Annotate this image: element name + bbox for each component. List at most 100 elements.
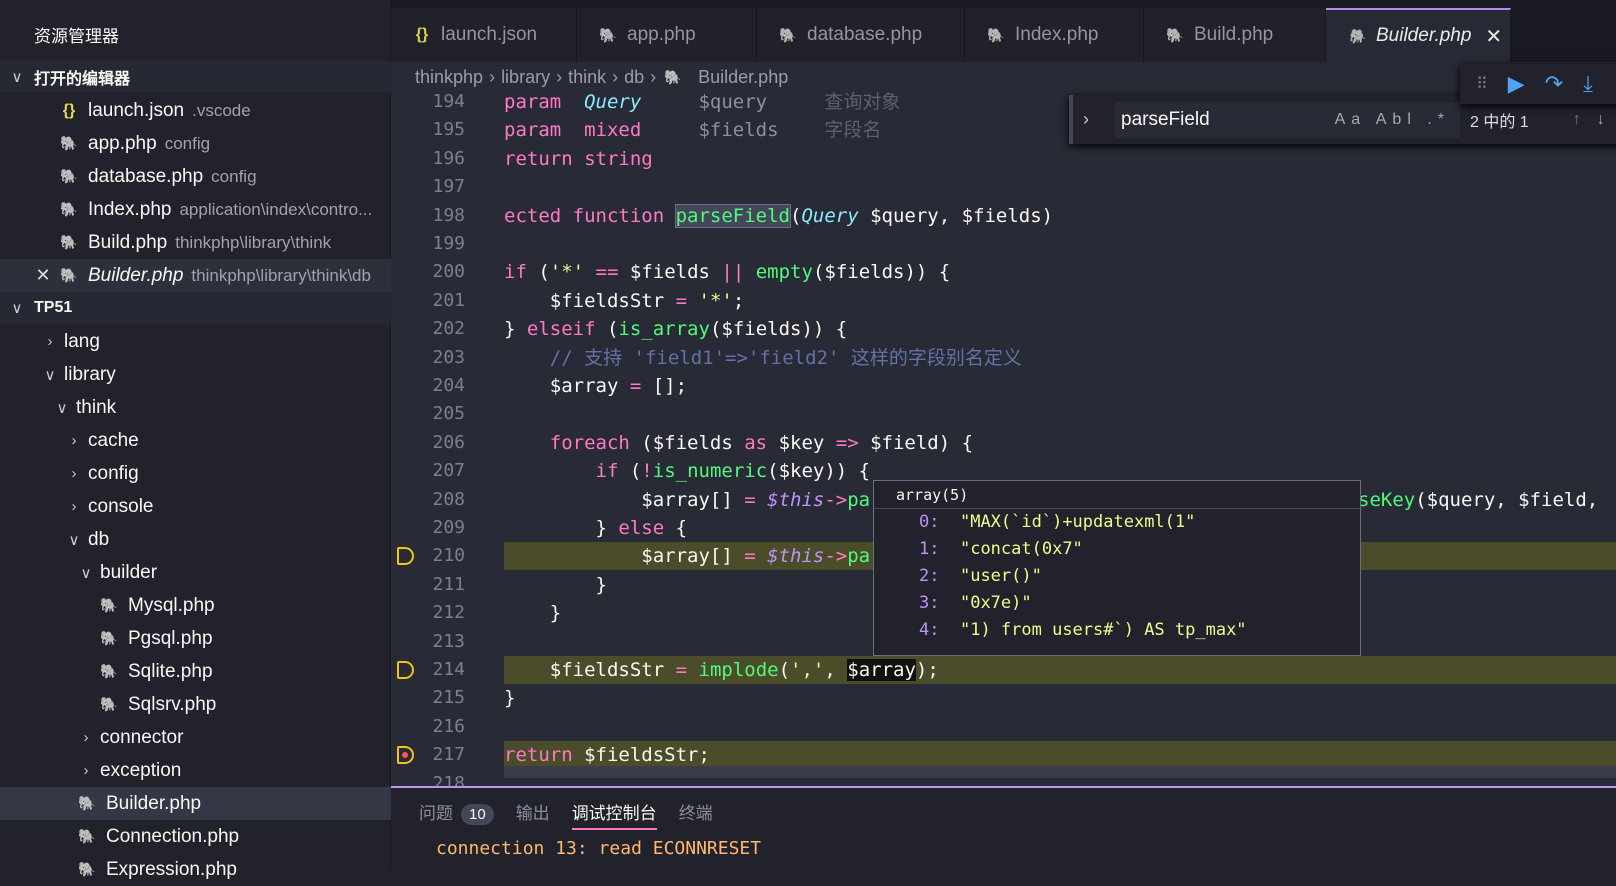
code-line[interactable]: 215} <box>391 684 1616 712</box>
find-input[interactable]: parseField Aa Abl .* <box>1115 101 1460 138</box>
tree-item-console[interactable]: › console <box>0 490 391 523</box>
code-token: ( <box>618 460 642 483</box>
tab-builder-php[interactable]: 🐘 Builder.php ✕ <box>1326 8 1511 62</box>
open-editor-item[interactable]: 🐘 Index.php application\index\contro... <box>0 193 391 226</box>
array-index: 0: <box>919 512 940 532</box>
open-editor-item[interactable]: 🐘 database.php config <box>0 160 391 193</box>
tab-app-php[interactable]: 🐘 app.php <box>577 8 757 62</box>
code-text: $fieldsStr = '*'; <box>504 287 745 315</box>
tab-launch-json[interactable]: {} launch.json <box>391 8 577 62</box>
json-icon: {} <box>415 26 429 43</box>
tree-item-sqlite-php[interactable]: 🐘 Sqlite.php <box>0 655 391 688</box>
code-line[interactable]: 214 $fieldsStr = implode(',', $array); <box>391 656 1616 684</box>
code-line[interactable]: 205 <box>391 400 1616 428</box>
tree-item-exception[interactable]: › exception <box>0 754 391 787</box>
breadcrumb-item[interactable]: db <box>624 67 644 88</box>
php-icon: 🐘 <box>987 26 1005 43</box>
code-line[interactable]: 196 return string <box>391 145 1616 173</box>
bottom-panel: 问题 10 输出 调试控制台 终端 connection 13: read ECONNR… <box>391 786 1616 869</box>
open-editor-item[interactable]: {} launch.json .vscode <box>0 94 391 127</box>
previous-match-icon[interactable]: ↑ <box>1573 111 1581 129</box>
breadcrumb-item[interactable]: thinkphp <box>415 67 483 88</box>
chevron-down-icon: ∨ <box>56 399 68 417</box>
breadcrumb-separator-icon: › <box>650 66 657 87</box>
code-editor[interactable]: 194 param Query $query 查询对象 195 param mixed… <box>391 92 1616 787</box>
line-number: 217 <box>432 744 465 766</box>
hover-title: array(5) <box>874 481 1360 509</box>
code-token: parseField <box>674 203 791 228</box>
code-token: ($fields)) { <box>709 318 848 341</box>
tree-item-think[interactable]: ∨ think <box>0 391 391 424</box>
breadcrumb-item[interactable]: library <box>501 67 550 88</box>
code-token: return string <box>504 147 653 170</box>
tree-item-lang[interactable]: › lang <box>0 325 391 358</box>
debug-toolbar: ⠿ ▶ ↷ ⤓ <box>1460 64 1616 104</box>
panel-tab-3[interactable]: 终端 <box>679 799 713 824</box>
drag-handle-icon[interactable]: ⠿ <box>1476 74 1488 94</box>
code-line[interactable]: 199 <box>391 230 1616 258</box>
step-into-icon[interactable]: ⤓ <box>1583 71 1593 97</box>
find-options[interactable]: Aa Abl .* <box>1335 111 1450 129</box>
tree-item-builder[interactable]: ∨ builder <box>0 556 391 589</box>
code-line[interactable]: 203 // 支持 'field1'=>'field2' 这样的字段别名定义 <box>391 344 1616 372</box>
tree-item-builder-php[interactable]: 🐘 Builder.php <box>0 787 391 820</box>
breadcrumb-item[interactable]: think <box>568 67 606 88</box>
project-header[interactable]: ∨ TP51 <box>0 292 391 323</box>
tree-item-sqlsrv-php[interactable]: 🐘 Sqlsrv.php <box>0 688 391 721</box>
close-icon[interactable]: ✕ <box>32 265 54 286</box>
open-editor-item[interactable]: 🐘 app.php config <box>0 127 391 160</box>
breadcrumb-separator-icon: › <box>489 66 496 87</box>
tree-item-config[interactable]: › config <box>0 457 391 490</box>
continue-icon[interactable]: ▶ <box>1508 71 1525 97</box>
open-editor-item[interactable]: ✕ 🐘 Builder.php thinkphp\library\think\db <box>0 259 391 292</box>
panel-tab-0[interactable]: 问题 10 <box>419 799 494 825</box>
tab-database-php[interactable]: 🐘 database.php <box>757 8 965 62</box>
code-token: $array[] <box>504 488 745 511</box>
tree-item-cache[interactable]: › cache <box>0 424 391 457</box>
code-text: foreach ($fields as $key => $field) { <box>504 429 973 457</box>
open-editor-item[interactable]: 🐘 Build.php thinkphp\library\think <box>0 226 391 259</box>
tree-item-connection-php[interactable]: 🐘 Connection.php <box>0 820 391 853</box>
code-line[interactable]: 201 $fieldsStr = '*'; <box>391 287 1616 315</box>
code-line[interactable]: 197 <box>391 173 1616 201</box>
chevron-down-icon: ∨ <box>11 299 23 317</box>
file-name: Index.php <box>88 198 172 220</box>
horizontal-scrollbar[interactable] <box>504 766 1616 778</box>
code-line[interactable]: 202} elseif (is_array($fields)) { <box>391 315 1616 343</box>
tree-item-label: console <box>88 495 154 517</box>
code-line[interactable]: 217 return $fieldsStr; <box>391 741 1616 770</box>
code-line[interactable]: 206 foreach ($fields as $key => $field) … <box>391 429 1616 457</box>
code-token: ($query, $field, <box>1415 488 1610 511</box>
code-token: 字段名 <box>824 119 882 142</box>
chevron-right-icon: › <box>47 333 53 350</box>
code-token: = <box>629 375 642 397</box>
tree-item-expression-php[interactable]: 🐘 Expression.php <box>0 853 391 886</box>
code-line[interactable]: 200 if ('*' == $fields || empty($fields))… <box>391 258 1616 286</box>
step-over-icon[interactable]: ↷ <box>1545 71 1563 97</box>
line-number: 195 <box>432 119 465 141</box>
chevron-right-icon: › <box>71 465 77 482</box>
tree-item-db[interactable]: ∨ db <box>0 523 391 556</box>
open-editors-header[interactable]: ∨ 打开的编辑器 <box>0 61 391 92</box>
tab-build-php[interactable]: 🐘 Build.php <box>1144 8 1326 62</box>
code-token: ($key)) { <box>767 460 871 483</box>
panel-tab-2[interactable]: 调试控制台 <box>571 799 657 830</box>
line-number: 207 <box>432 460 465 482</box>
code-token: if <box>504 261 539 284</box>
tree-item-pgsql-php[interactable]: 🐘 Pgsql.php <box>0 622 391 655</box>
code-line[interactable]: 216 <box>391 713 1616 741</box>
code-token: $fieldsStr; <box>572 744 710 767</box>
breadcrumb-item[interactable]: Builder.php <box>698 67 788 88</box>
tree-item-library[interactable]: ∨ library <box>0 358 391 391</box>
tab-index-php[interactable]: 🐘 Index.php <box>965 8 1144 62</box>
code-line[interactable]: 198 ected function parseField(Query $quer… <box>391 202 1616 230</box>
toggle-replace-chevron-icon[interactable]: › <box>1083 109 1089 130</box>
panel-tab-1[interactable]: 输出 <box>516 799 550 824</box>
tree-item-mysql-php[interactable]: 🐘 Mysql.php <box>0 589 391 622</box>
code-line[interactable]: 204 $array = []; <box>391 372 1616 400</box>
close-icon[interactable]: ✕ <box>1485 24 1502 49</box>
next-match-icon[interactable]: ↓ <box>1597 111 1605 129</box>
tree-item-connector[interactable]: › connector <box>0 721 391 754</box>
